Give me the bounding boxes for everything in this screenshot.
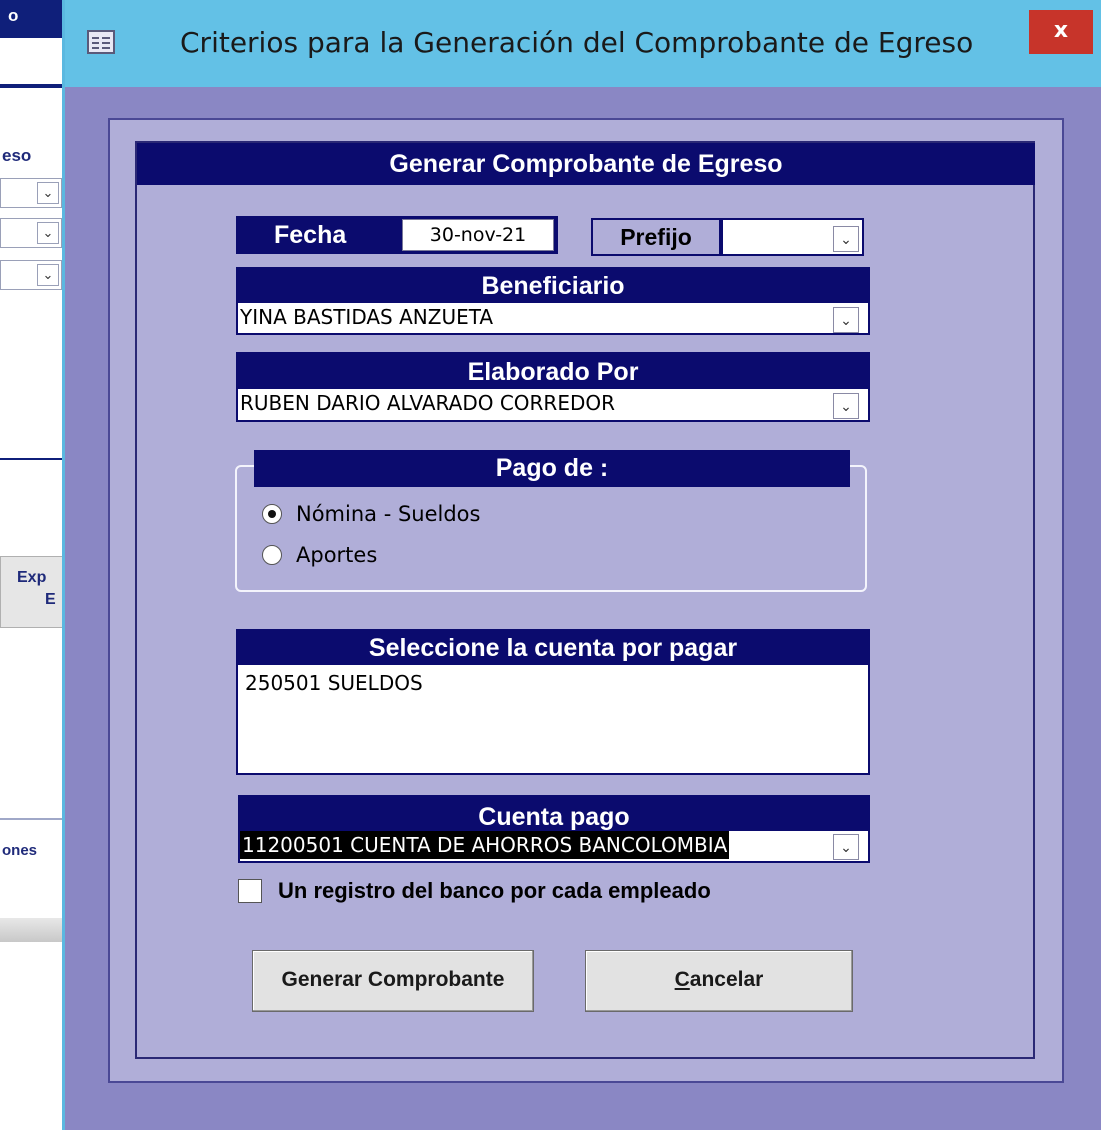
chevron-down-icon[interactable]: ⌄ xyxy=(833,226,859,252)
background-button-text: E xyxy=(45,591,56,608)
background-combo-2[interactable]: ⌄ xyxy=(0,218,62,248)
registro-banco-checkbox[interactable] xyxy=(238,879,262,903)
background-button-text: Exp xyxy=(17,569,47,586)
list-item[interactable]: 250501 SUELDOS xyxy=(245,671,868,695)
background-header-text: o xyxy=(8,6,19,25)
background-combo-3[interactable]: ⌄ xyxy=(0,260,62,290)
chevron-down-icon[interactable]: ⌄ xyxy=(37,222,59,244)
chevron-down-icon[interactable]: ⌄ xyxy=(37,264,59,286)
generar-comprobante-button[interactable]: Generar Comprobante xyxy=(252,950,534,1012)
background-divider xyxy=(0,458,62,460)
radio-nomina-button[interactable] xyxy=(262,504,282,524)
cuenta-por-pagar-label: Seleccione la cuenta por pagar xyxy=(368,634,738,662)
radio-aportes-button[interactable] xyxy=(262,545,282,565)
background-divider xyxy=(0,818,62,820)
cuenta-por-pagar-list[interactable]: 250501 SUELDOS xyxy=(238,665,868,773)
radio-aportes-label: Aportes xyxy=(296,543,378,567)
form-icon xyxy=(87,30,115,54)
background-window: o eso ⌄ ⌄ ⌄ Exp E ones xyxy=(0,0,66,1130)
cancelar-button[interactable]: Cancelar xyxy=(585,950,853,1012)
beneficiario-label: Beneficiario xyxy=(481,272,625,300)
fecha-label: Fecha xyxy=(274,221,347,249)
cuenta-pago-select[interactable]: 11200501 CUENTA DE AHORROS BANCOLOMBIA xyxy=(240,831,868,861)
radio-nomina[interactable]: Nómina - Sueldos xyxy=(262,502,480,526)
dialog-header: Generar Comprobante de Egreso xyxy=(137,143,1035,185)
prefijo-label: Prefijo xyxy=(591,218,721,256)
fecha-input[interactable]: 30-nov-21 xyxy=(402,219,554,251)
background-divider xyxy=(0,84,62,88)
dialog-window: Criterios para la Generación del Comprob… xyxy=(62,0,1101,1130)
background-export-button[interactable]: Exp E xyxy=(0,556,64,628)
cuenta-pago-value: 11200501 CUENTA DE AHORROS BANCOLOMBIA xyxy=(240,831,730,859)
background-label: eso xyxy=(2,146,32,165)
background-link[interactable]: ones xyxy=(2,842,37,859)
elaborado-select[interactable]: RUBEN DARIO ALVARADO CORREDOR xyxy=(238,389,868,420)
radio-nomina-label: Nómina - Sueldos xyxy=(296,502,481,526)
chevron-down-icon[interactable]: ⌄ xyxy=(37,182,59,204)
close-button[interactable]: x xyxy=(1029,10,1093,54)
chevron-down-icon[interactable]: ⌄ xyxy=(833,307,859,333)
beneficiario-select[interactable]: YINA BASTIDAS ANZUETA xyxy=(238,303,868,333)
window-title: Criterios para la Generación del Comprob… xyxy=(180,26,974,59)
cancelar-label: ancelar xyxy=(689,968,764,991)
registro-banco-label: Un registro del banco por cada empleado xyxy=(278,878,711,903)
chevron-down-icon[interactable]: ⌄ xyxy=(833,834,859,860)
radio-aportes[interactable]: Aportes xyxy=(262,543,377,567)
background-combo-1[interactable]: ⌄ xyxy=(0,178,62,208)
chevron-down-icon[interactable]: ⌄ xyxy=(833,393,859,419)
cancelar-accelerator: C xyxy=(674,968,690,991)
background-scrollbar[interactable] xyxy=(0,918,62,942)
elaborado-label: Elaborado Por xyxy=(467,358,639,386)
pago-de-label: Pago de : xyxy=(254,450,850,487)
title-bar[interactable]: Criterios para la Generación del Comprob… xyxy=(65,0,1101,87)
